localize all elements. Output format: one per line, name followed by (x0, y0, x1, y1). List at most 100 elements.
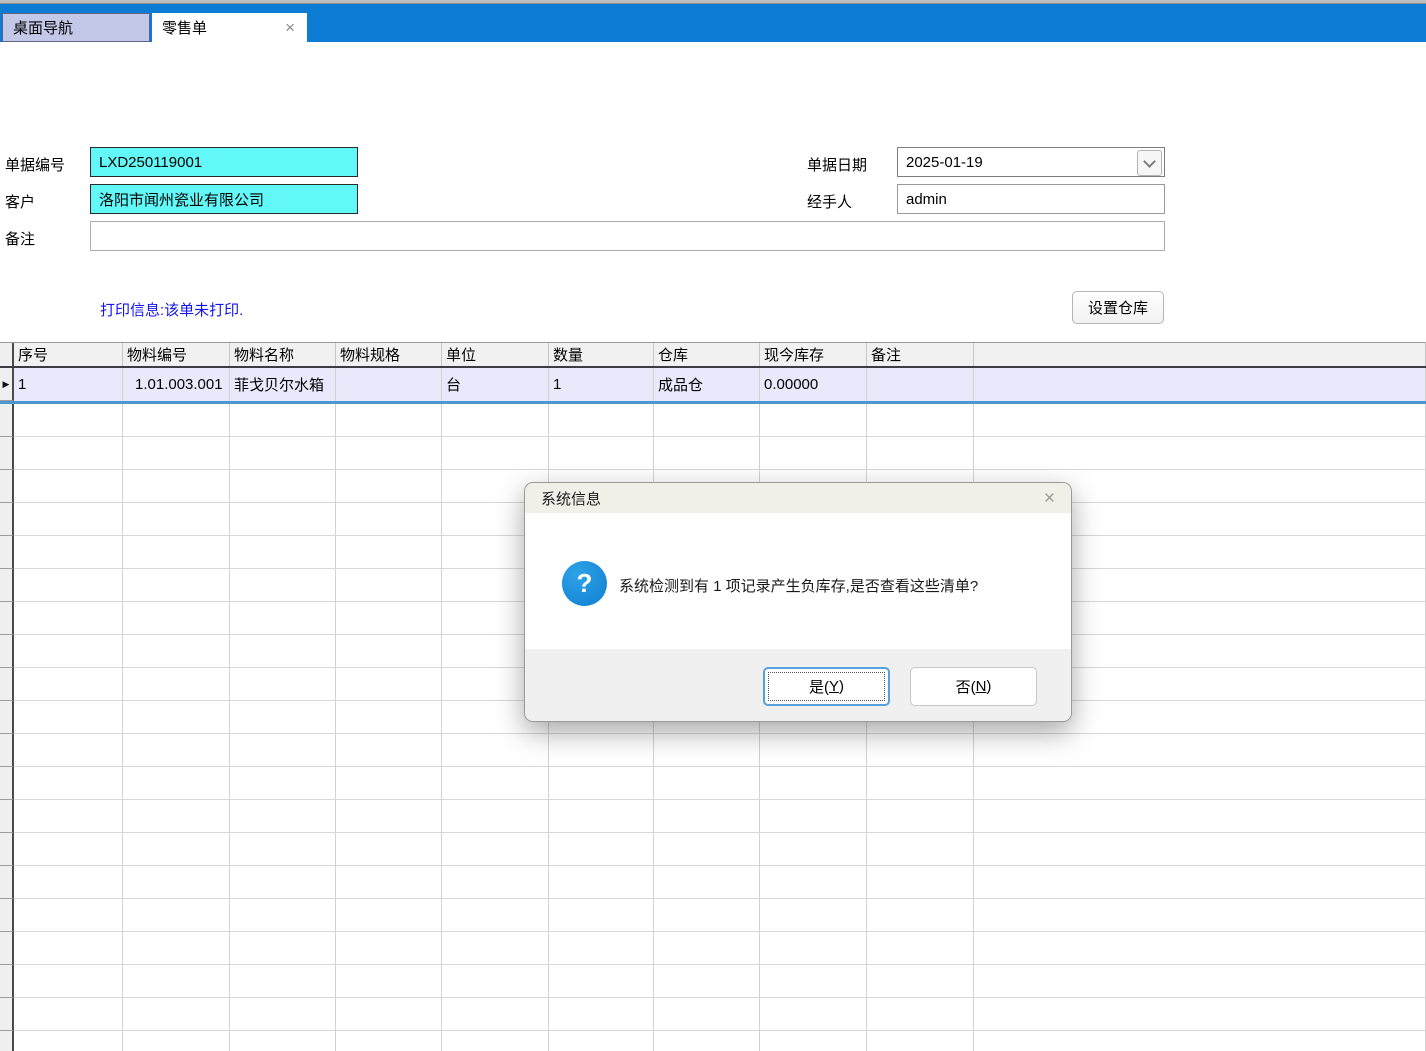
empty-table-row[interactable] (0, 866, 1426, 899)
empty-cell (230, 932, 336, 964)
tab-retail-order[interactable]: 零售单 × (152, 13, 307, 42)
empty-cell (760, 800, 867, 832)
dialog-title-bar[interactable]: 系统信息 × (525, 483, 1071, 513)
empty-cell (867, 899, 974, 931)
empty-cell (123, 668, 230, 700)
tab-close-icon[interactable]: × (283, 19, 297, 36)
empty-cell (336, 899, 442, 931)
empty-table-row[interactable] (0, 1031, 1426, 1051)
empty-cell (230, 767, 336, 799)
empty-cell (14, 767, 123, 799)
row-marker-cell (0, 404, 14, 437)
empty-cell (230, 1031, 336, 1051)
empty-cell (230, 734, 336, 766)
question-mark-icon: ? (562, 561, 607, 606)
cell-col-7: 成品仓 (654, 368, 760, 401)
cell-col-3: 菲戈贝尔水箱 (230, 368, 336, 401)
empty-cell (867, 437, 974, 469)
table-row[interactable]: ▶11.01.003.001菲戈贝尔水箱台1成品仓0.00000 (0, 368, 1426, 404)
empty-cell (549, 437, 654, 469)
empty-cell (974, 932, 1426, 964)
yes-button-label: 是( (809, 676, 829, 697)
empty-cell (760, 932, 867, 964)
row-marker-cell (0, 635, 14, 668)
empty-cell (336, 404, 442, 436)
empty-cell (230, 965, 336, 997)
remark-field[interactable] (90, 221, 1165, 251)
row-marker-cell: ▶ (0, 368, 14, 401)
cell-col-8: 0.00000 (760, 368, 867, 401)
column-header-2: 物料编号 (123, 343, 230, 366)
system-message-dialog: 系统信息 × ? 系统检测到有 1 项记录产生负库存,是否查看这些清单? 是(Y… (524, 482, 1072, 722)
row-marker-cell (0, 701, 14, 734)
column-header-5: 单位 (442, 343, 549, 366)
handler-value: admin (906, 191, 947, 208)
row-marker-cell (0, 503, 14, 536)
empty-table-row[interactable] (0, 437, 1426, 470)
empty-table-row[interactable] (0, 932, 1426, 965)
dialog-message: 系统检测到有 1 项记录产生负库存,是否查看这些清单? (619, 575, 978, 596)
grid-header-row[interactable]: 序号物料编号物料名称物料规格单位数量仓库现今库存备注 (0, 343, 1426, 368)
empty-cell (549, 734, 654, 766)
empty-cell (867, 932, 974, 964)
empty-cell (442, 932, 549, 964)
empty-cell (549, 833, 654, 865)
yes-button[interactable]: 是(Y) (763, 667, 890, 706)
empty-cell (336, 635, 442, 667)
empty-cell (14, 800, 123, 832)
empty-cell (867, 1031, 974, 1051)
empty-table-row[interactable] (0, 833, 1426, 866)
empty-cell (867, 404, 974, 436)
empty-cell (14, 404, 123, 436)
empty-table-row[interactable] (0, 404, 1426, 437)
handler-field[interactable]: admin (897, 184, 1165, 214)
empty-cell (549, 800, 654, 832)
empty-table-row[interactable] (0, 800, 1426, 833)
empty-cell (14, 1031, 123, 1051)
row-marker-header-cell (0, 343, 14, 366)
empty-table-row[interactable] (0, 767, 1426, 800)
no-button-suffix: ) (986, 678, 991, 695)
empty-cell (974, 800, 1426, 832)
no-button[interactable]: 否(N) (910, 667, 1037, 706)
empty-cell (336, 932, 442, 964)
no-button-key: N (976, 678, 987, 695)
empty-table-row[interactable] (0, 899, 1426, 932)
empty-cell (442, 1031, 549, 1051)
tab-desktop-navigation[interactable]: 桌面导航 (2, 13, 150, 42)
row-marker-cell (0, 1031, 14, 1051)
row-marker-cell (0, 767, 14, 800)
date-combobox[interactable]: 2025-01-19 (897, 147, 1165, 177)
empty-cell (760, 734, 867, 766)
date-dropdown-button[interactable] (1137, 150, 1162, 176)
customer-field[interactable]: 洛阳市闻州瓷业有限公司 (90, 184, 358, 214)
empty-cell (230, 536, 336, 568)
empty-cell (14, 503, 123, 535)
cell-col-5: 台 (442, 368, 549, 401)
empty-cell (760, 1031, 867, 1051)
dialog-footer: 是(Y) 否(N) (525, 649, 1071, 722)
set-warehouse-button[interactable]: 设置仓库 (1072, 291, 1164, 324)
empty-cell (336, 437, 442, 469)
empty-cell (123, 866, 230, 898)
empty-cell (123, 833, 230, 865)
empty-table-row[interactable] (0, 965, 1426, 998)
empty-cell (336, 569, 442, 601)
date-value: 2025-01-19 (906, 154, 983, 171)
empty-cell (442, 404, 549, 436)
empty-table-row[interactable] (0, 998, 1426, 1031)
empty-cell (336, 668, 442, 700)
empty-cell (123, 536, 230, 568)
empty-cell (442, 965, 549, 997)
empty-cell (974, 866, 1426, 898)
empty-cell (123, 767, 230, 799)
current-row-arrow-icon: ▶ (3, 379, 10, 390)
empty-cell (14, 866, 123, 898)
dialog-close-icon[interactable]: × (1044, 489, 1055, 508)
tab-bar: 桌面导航 零售单 × (0, 0, 1426, 42)
doc-no-field[interactable]: LXD250119001 (90, 147, 358, 177)
cell-col-9 (867, 368, 974, 401)
empty-table-row[interactable] (0, 734, 1426, 767)
empty-cell (442, 866, 549, 898)
handler-label: 经手人 (807, 191, 852, 212)
